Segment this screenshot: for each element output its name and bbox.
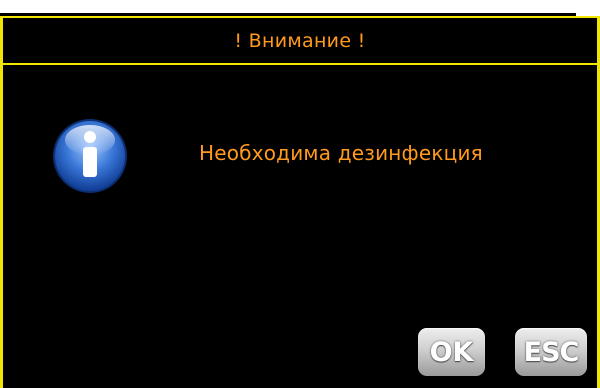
dialog-message: Необходима дезинфекция: [199, 141, 483, 165]
alert-dialog: ! Внимание ! Необходима дезинфекция OK E…: [0, 16, 600, 388]
info-icon: [50, 116, 130, 196]
top-strip: [0, 0, 600, 16]
esc-button[interactable]: ESC: [515, 328, 587, 376]
dialog-title-bar: ! Внимание !: [3, 16, 597, 65]
dialog-title: ! Внимание !: [234, 29, 366, 52]
ok-button[interactable]: OK: [418, 328, 485, 376]
